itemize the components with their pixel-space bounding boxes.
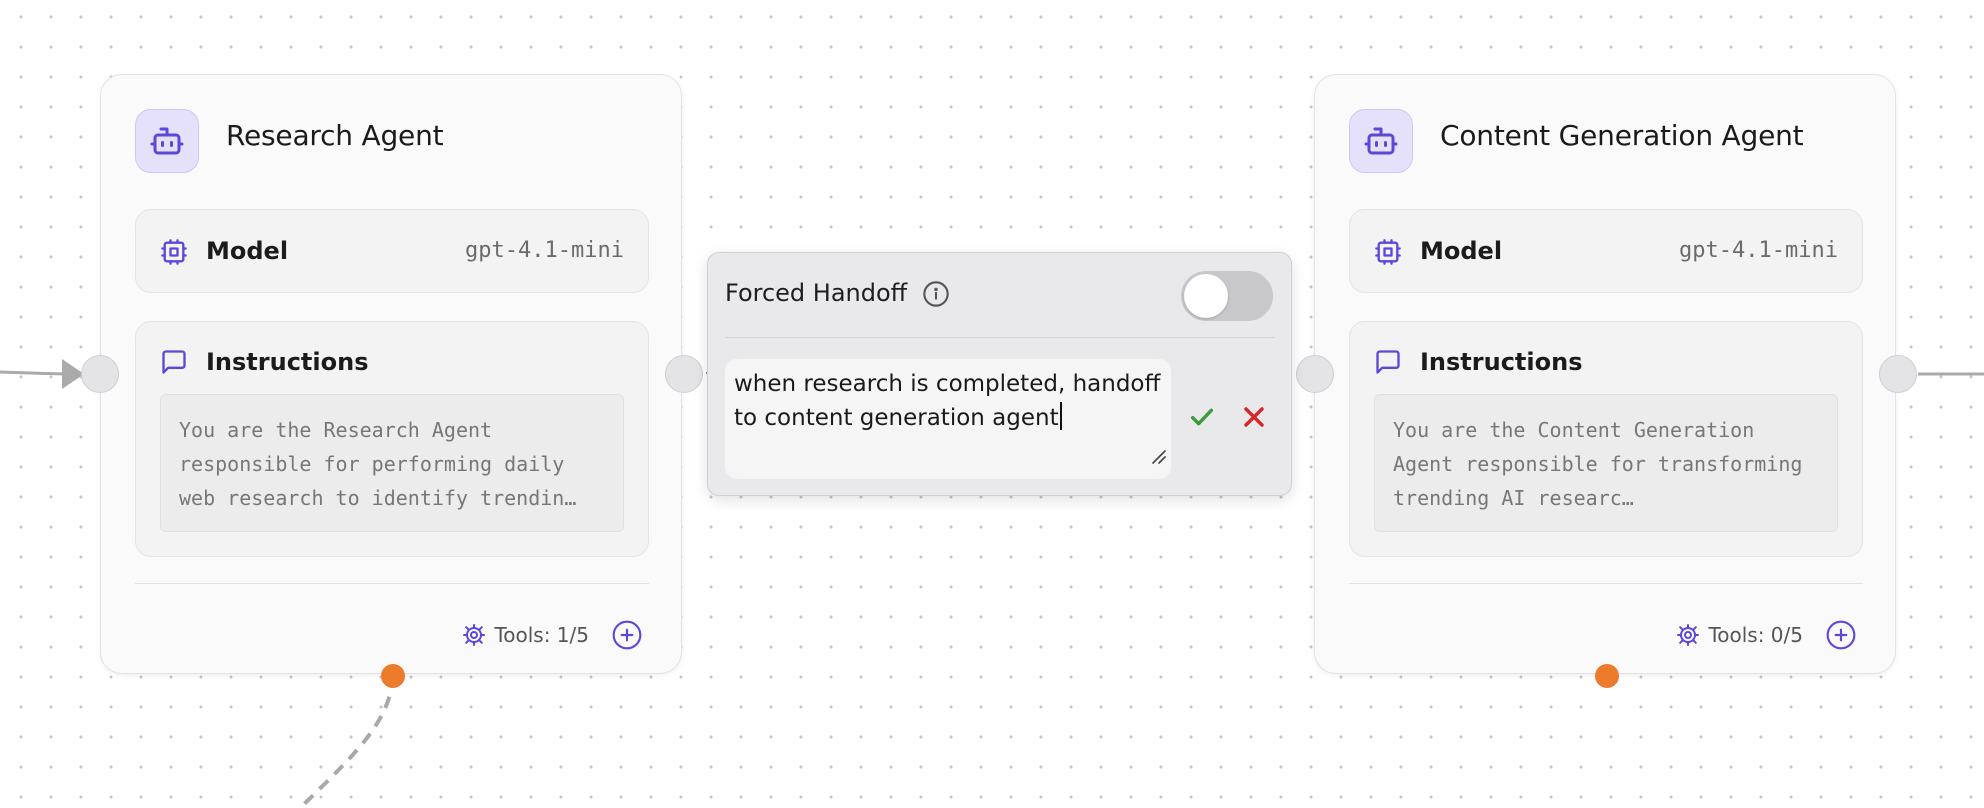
panel-divider [725, 337, 1275, 338]
resize-grip-icon[interactable] [1147, 441, 1167, 475]
research-input-handle[interactable] [81, 355, 119, 393]
workflow-canvas[interactable]: Research Agent Model gpt-4.1-mini Instru… [0, 0, 1984, 808]
instructions-text: You are the Research Agent responsible f… [179, 418, 577, 510]
research-tool-handle[interactable] [381, 664, 405, 688]
instructions-textarea[interactable]: You are the Research Agent responsible f… [160, 394, 624, 532]
plus-circle-icon [611, 619, 643, 651]
instructions-textarea[interactable]: You are the Content Generation Agent res… [1374, 394, 1838, 532]
handoff-condition-text: when research is completed, handoff to c… [734, 371, 1161, 431]
content-input-handle[interactable] [1296, 355, 1334, 393]
model-selector[interactable]: Model gpt-4.1-mini [1349, 209, 1863, 293]
check-icon [1186, 401, 1218, 433]
agent-title: Content Generation Agent [1440, 119, 1804, 152]
instructions-section: Instructions You are the Research Agent … [135, 321, 649, 557]
add-tool-button[interactable] [1825, 619, 1857, 651]
info-icon[interactable] [922, 280, 950, 312]
model-label: Model [206, 237, 289, 265]
tool-edge [298, 675, 395, 808]
close-icon [1238, 401, 1270, 433]
model-value: gpt-4.1-mini [1679, 238, 1838, 263]
message-square-icon [1374, 348, 1402, 380]
cpu-chip-icon [1374, 238, 1402, 270]
agent-title: Research Agent [226, 119, 444, 152]
forced-handoff-panel: Forced Handoff when research is complete… [707, 252, 1292, 496]
content-output-handle[interactable] [1879, 355, 1917, 393]
cpu-chip-icon [160, 238, 188, 270]
forced-handoff-toggle[interactable] [1181, 271, 1273, 321]
plus-circle-icon [1825, 619, 1857, 651]
message-square-icon [160, 348, 188, 380]
agent-node-research[interactable]: Research Agent Model gpt-4.1-mini Instru… [100, 74, 682, 674]
robot-icon [135, 109, 199, 173]
incoming-edge [0, 370, 71, 376]
tools-row: Tools: 1/5 [462, 615, 643, 655]
text-caret [1059, 402, 1062, 430]
content-tool-handle[interactable] [1595, 664, 1619, 688]
tools-count: Tools: 0/5 [1708, 623, 1803, 647]
tools-count: Tools: 1/5 [494, 623, 589, 647]
robot-icon [1349, 109, 1413, 173]
confirm-button[interactable] [1186, 401, 1218, 433]
agent-node-content-generation[interactable]: Content Generation Agent Model gpt-4.1-m… [1314, 74, 1896, 674]
card-divider [1349, 583, 1863, 584]
card-divider [135, 583, 649, 584]
instructions-label: Instructions [1420, 348, 1583, 376]
forced-handoff-title: Forced Handoff [725, 279, 908, 307]
gear-icon [1676, 623, 1700, 647]
instructions-text: You are the Content Generation Agent res… [1393, 418, 1803, 510]
gear-icon [462, 623, 486, 647]
handoff-condition-input[interactable]: when research is completed, handoff to c… [725, 359, 1171, 479]
add-tool-button[interactable] [611, 619, 643, 651]
model-value: gpt-4.1-mini [465, 238, 624, 263]
tools-row: Tools: 0/5 [1676, 615, 1857, 655]
model-label: Model [1420, 237, 1503, 265]
cancel-button[interactable] [1238, 401, 1270, 433]
instructions-section: Instructions You are the Content Generat… [1349, 321, 1863, 557]
instructions-label: Instructions [206, 348, 369, 376]
research-output-handle[interactable] [665, 355, 703, 393]
model-selector[interactable]: Model gpt-4.1-mini [135, 209, 649, 293]
toggle-knob [1184, 274, 1228, 318]
